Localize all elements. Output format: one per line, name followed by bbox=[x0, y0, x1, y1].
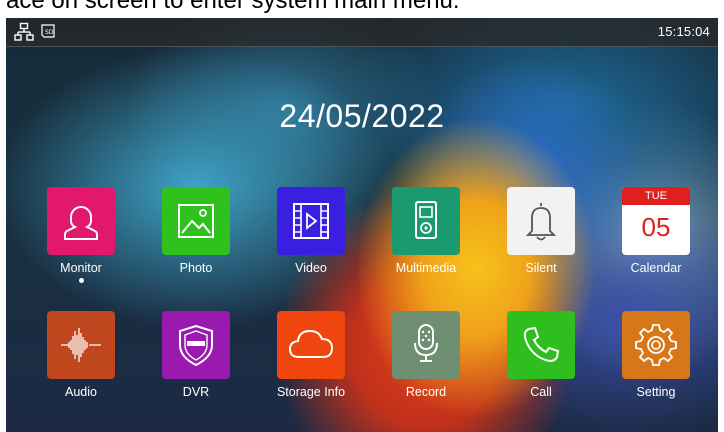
sd-card-icon: SD bbox=[40, 24, 56, 43]
caption-strip: ace on screen to enter system main menu. bbox=[0, 0, 724, 18]
record-label: Record bbox=[405, 385, 447, 399]
calendar-day: 05 bbox=[641, 212, 671, 242]
app-calendar[interactable]: TUE 05 Calendar bbox=[608, 187, 704, 275]
app-monitor[interactable]: Monitor bbox=[33, 187, 129, 283]
calendar-tile[interactable]: TUE 05 bbox=[622, 187, 690, 255]
app-video[interactable]: Video bbox=[263, 187, 359, 275]
silent-tile[interactable] bbox=[507, 187, 575, 255]
multimedia-tile[interactable] bbox=[392, 187, 460, 255]
selected-indicator bbox=[78, 278, 84, 283]
monitor-label: Monitor bbox=[60, 261, 102, 275]
video-label: Video bbox=[295, 261, 327, 275]
audio-tile[interactable] bbox=[47, 311, 115, 379]
monitor-tile[interactable] bbox=[47, 187, 115, 255]
multimedia-label: Multimedia bbox=[395, 261, 457, 275]
photo-tile[interactable] bbox=[162, 187, 230, 255]
app-record[interactable]: Record bbox=[378, 311, 474, 399]
app-photo[interactable]: Photo bbox=[148, 187, 244, 275]
calendar-label: Calendar bbox=[630, 261, 682, 275]
calendar-weekday: TUE bbox=[622, 187, 690, 205]
network-icon bbox=[14, 22, 34, 47]
app-silent[interactable]: Silent bbox=[493, 187, 589, 275]
app-setting[interactable]: Setting bbox=[608, 311, 704, 399]
video-tile[interactable] bbox=[277, 187, 345, 255]
home-screen: SD 15:15:04 24/05/2022 Monitor Photo Vid… bbox=[6, 18, 718, 432]
photo-label: Photo bbox=[179, 261, 213, 275]
caption-text: ace on screen to enter system main menu. bbox=[6, 0, 460, 14]
setting-tile[interactable] bbox=[622, 311, 690, 379]
svg-text:SD: SD bbox=[45, 29, 54, 36]
call-tile[interactable] bbox=[507, 311, 575, 379]
app-dvr[interactable]: DVR bbox=[148, 311, 244, 399]
storage-info-tile[interactable] bbox=[277, 311, 345, 379]
app-multimedia[interactable]: Multimedia bbox=[378, 187, 474, 275]
audio-label: Audio bbox=[65, 385, 97, 399]
status-bar: SD 15:15:04 bbox=[6, 18, 718, 47]
call-label: Call bbox=[530, 385, 552, 399]
app-call[interactable]: Call bbox=[493, 311, 589, 399]
dvr-label: DVR bbox=[182, 385, 210, 399]
setting-label: Setting bbox=[636, 385, 676, 399]
record-tile[interactable] bbox=[392, 311, 460, 379]
app-audio[interactable]: Audio bbox=[33, 311, 129, 399]
clock: 15:15:04 bbox=[657, 24, 710, 39]
storage-info-label: Storage Info bbox=[276, 385, 346, 399]
silent-label: Silent bbox=[525, 261, 557, 275]
date-display: 24/05/2022 bbox=[279, 98, 445, 134]
dvr-tile[interactable] bbox=[162, 311, 230, 379]
app-storage-info[interactable]: Storage Info bbox=[263, 311, 359, 399]
